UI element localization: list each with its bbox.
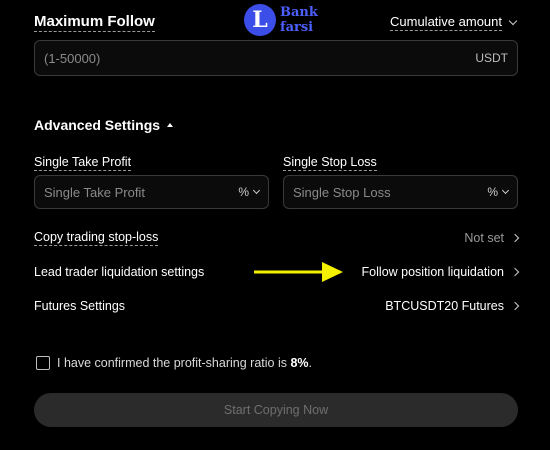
take-profit-placeholder: Single Take Profit — [44, 184, 145, 200]
watermark-line2: farsi — [280, 20, 314, 35]
advanced-settings-toggle[interactable]: Advanced Settings — [34, 117, 174, 133]
settings-row-label: Lead trader liquidation settings — [34, 265, 205, 279]
start-copying-label: Start Copying Now — [223, 403, 329, 417]
profit-sharing-ratio: 8% — [290, 356, 309, 370]
watermark-line1: Bank — [280, 5, 318, 20]
stop-loss-placeholder: Single Stop Loss — [293, 184, 391, 200]
stop-loss-unit-select[interactable]: % — [487, 185, 510, 199]
max-follow-unit: USDT — [475, 51, 508, 65]
chevron-down-icon — [508, 16, 518, 25]
settings-row-label: Futures Settings — [34, 299, 126, 313]
confirm-row: I have confirmed the profit-sharing rati… — [36, 356, 312, 370]
follow-mode-dropdown[interactable]: Cumulative amount — [390, 14, 518, 31]
take-profit-unit: % — [238, 185, 249, 199]
take-profit-input[interactable]: Single Take Profit % — [34, 175, 269, 209]
settings-row-futures[interactable]: Futures Settings BTCUSDT20 Futures — [34, 297, 520, 315]
settings-row-value: Not set — [464, 231, 504, 245]
follow-mode-label: Cumulative amount — [390, 14, 502, 31]
take-profit-label: Single Take Profit — [34, 155, 132, 171]
start-copying-button[interactable]: Start Copying Now — [34, 393, 518, 427]
stop-loss-unit: % — [487, 185, 498, 199]
max-follow-placeholder: (1-50000) — [44, 50, 101, 66]
caret-up-icon — [167, 123, 174, 127]
confirm-text: I have confirmed the profit-sharing rati… — [57, 356, 313, 370]
max-follow-input[interactable]: (1-50000) USDT — [34, 40, 518, 76]
logo-badge: L — [244, 4, 276, 36]
stop-loss-label: Single Stop Loss — [283, 155, 377, 171]
watermark-logo: L Bank farsi — [244, 4, 318, 36]
take-profit-unit-select[interactable]: % — [238, 185, 261, 199]
confirm-checkbox[interactable] — [36, 356, 50, 370]
settings-row-label: Copy trading stop-loss — [34, 230, 159, 246]
advanced-settings-heading: Advanced Settings — [34, 117, 161, 133]
chevron-right-icon — [510, 233, 520, 243]
max-follow-label: Maximum Follow — [34, 13, 155, 32]
chevron-down-icon — [501, 186, 510, 194]
chevron-right-icon — [510, 301, 520, 311]
settings-row-value: BTCUSDT20 Futures — [385, 299, 504, 313]
stop-loss-input[interactable]: Single Stop Loss % — [283, 175, 518, 209]
chevron-right-icon — [510, 267, 520, 277]
annotation-arrow-icon — [254, 262, 343, 282]
settings-row-value: Follow position liquidation — [361, 265, 504, 279]
settings-row-copy-stop-loss[interactable]: Copy trading stop-loss Not set — [34, 229, 520, 247]
chevron-down-icon — [252, 186, 261, 194]
